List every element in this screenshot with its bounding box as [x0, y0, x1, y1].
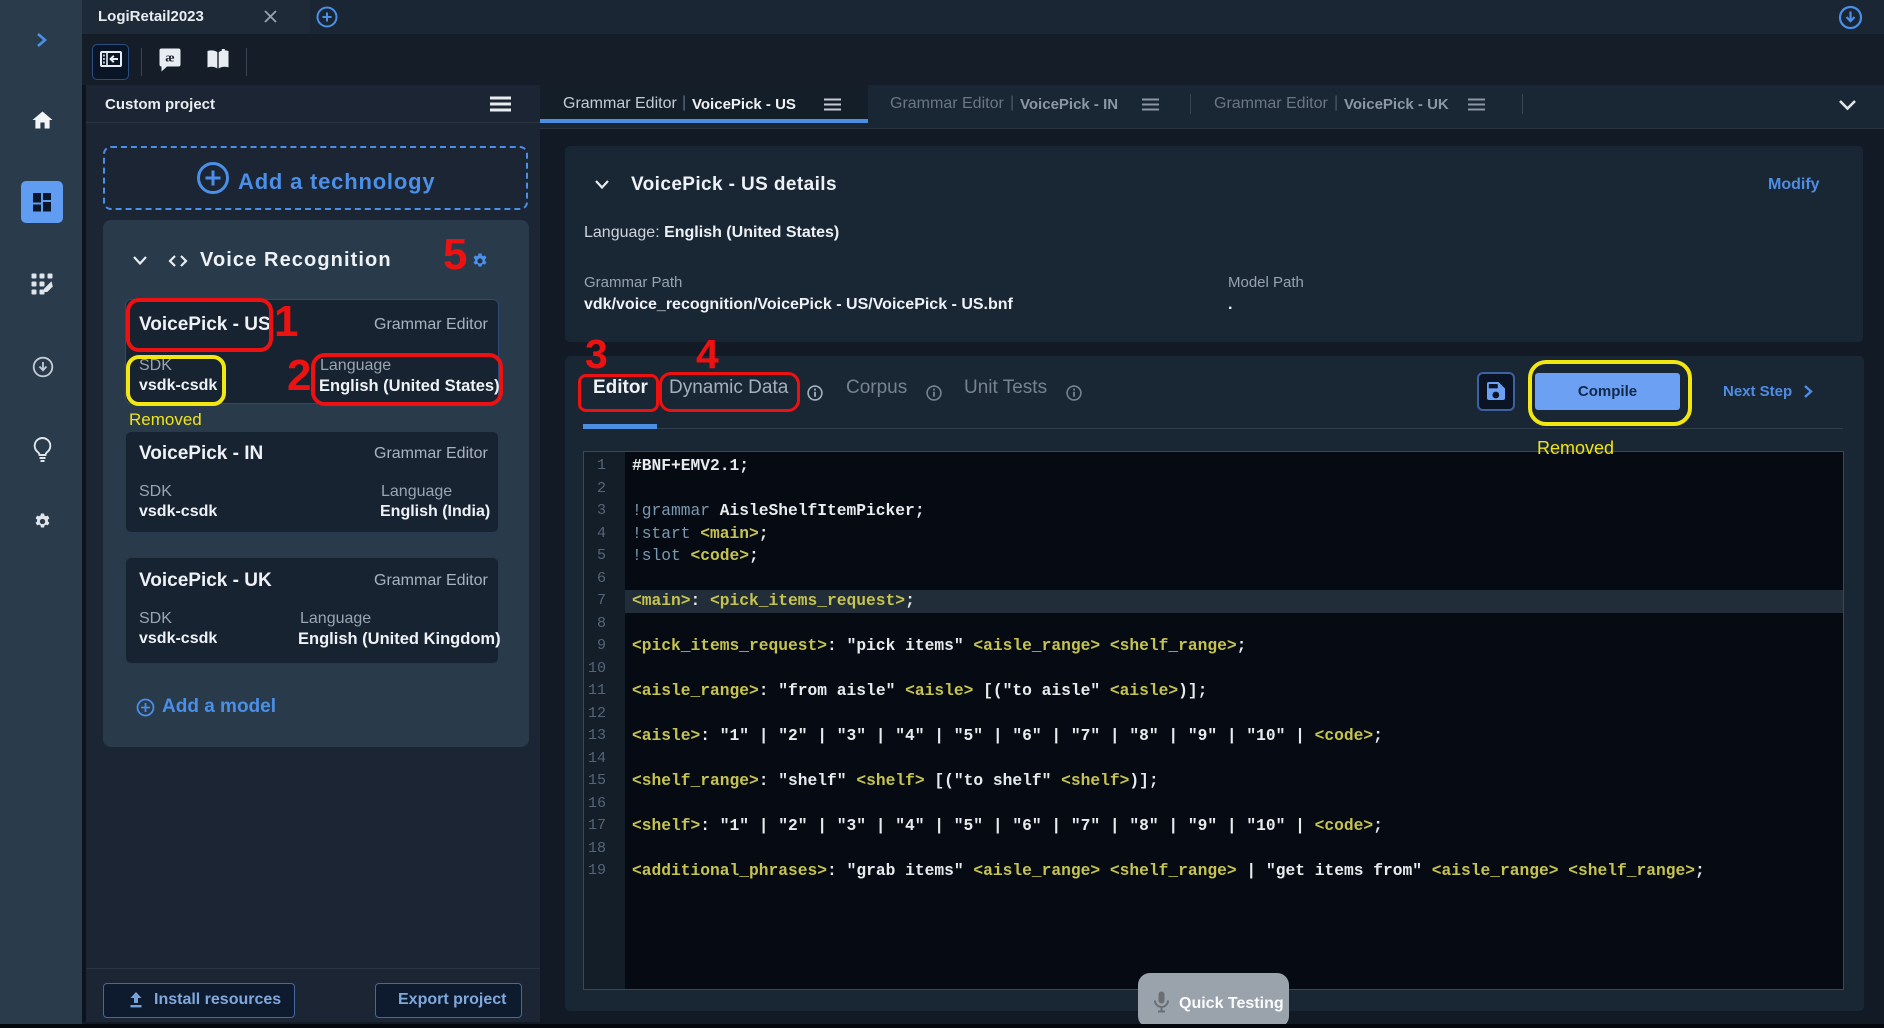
svg-text:æ: æ — [165, 50, 174, 65]
